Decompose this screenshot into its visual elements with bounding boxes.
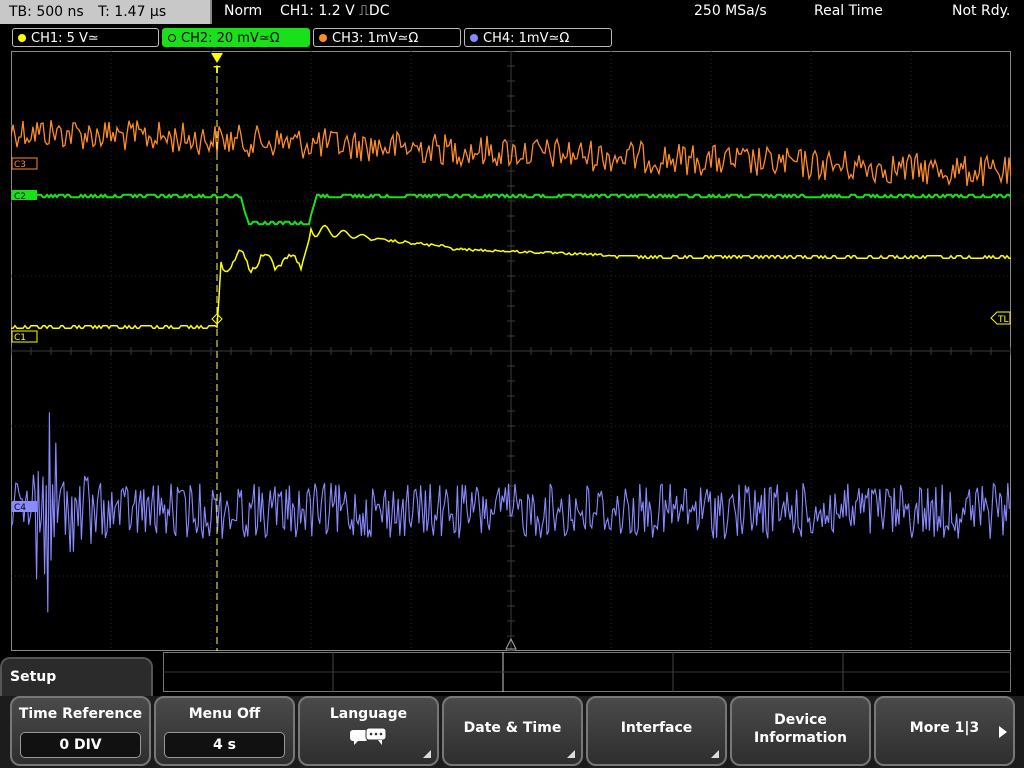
status-bar: TB: 500 ns T: 1.47 µs Norm CH1: 1.2 V ⎍D…	[0, 0, 1024, 26]
menu-off-value: 4 s	[164, 732, 285, 758]
ch2-marker-label: C2	[14, 192, 26, 202]
ch4-waveform	[11, 412, 1010, 613]
timebase-box[interactable]: TB: 500 ns T: 1.47 µs	[0, 0, 212, 24]
ch1-color-dot	[18, 34, 26, 42]
acquisition-mode: Real Time	[814, 3, 883, 19]
ch3-marker-label: C3	[14, 160, 26, 170]
submenu-indicator-icon	[423, 750, 431, 758]
ch1-marker-label: C1	[14, 333, 26, 343]
next-page-icon	[999, 726, 1007, 738]
trigger-offset-value: T: 1.47 µs	[98, 4, 167, 20]
softkey-label: Interface	[620, 720, 693, 736]
softkey-label: Device	[774, 712, 827, 728]
ch4-color-dot	[470, 34, 478, 42]
zoom-overview-strip	[163, 652, 1011, 692]
speech-bubbles-icon	[349, 727, 386, 745]
trigger-position-marker[interactable]: T	[211, 53, 223, 76]
ch4-offset-marker[interactable]: C4	[12, 501, 37, 513]
ch3-offset-marker[interactable]: C3	[11, 157, 38, 170]
softkey-label: Time Reference	[18, 706, 143, 722]
channel-label: CH4: 1mV≃Ω	[483, 31, 570, 46]
ch2-color-dot	[168, 34, 176, 42]
language-softkey[interactable]: Language	[298, 696, 439, 766]
channel-tabs: CH1: 5 V≃ CH2: 20 mV≃Ω CH3: 1mV≃Ω CH4: 1…	[0, 27, 1024, 49]
trigger-level-label: TL	[997, 315, 1009, 325]
channel-label: CH1: 5 V≃	[31, 31, 99, 46]
softkey-label-line2: Information	[754, 730, 847, 746]
submenu-indicator-icon	[711, 750, 719, 758]
softkey-label: Date & Time	[463, 720, 562, 736]
time-reference-value: 0 DIV	[20, 732, 141, 758]
timebase-value: TB: 500 ns	[9, 4, 84, 20]
submenu-indicator-icon	[567, 750, 575, 758]
trigger-setting[interactable]: CH1: 1.2 V ⎍DC	[280, 3, 389, 19]
channel-label: CH3: 1mV≃Ω	[332, 31, 419, 46]
channel-tab-ch3[interactable]: CH3: 1mV≃Ω	[313, 28, 461, 47]
menu-title-tab: Setup	[0, 657, 153, 697]
time-reference-softkey[interactable]: Time Reference 0 DIV	[10, 696, 151, 766]
menu-off-softkey[interactable]: Menu Off 4 s	[154, 696, 295, 766]
ch3-color-dot	[319, 34, 327, 42]
device-information-softkey[interactable]: Device Information	[730, 696, 871, 766]
softkey-label: More 1|3	[909, 720, 980, 736]
waveform-display[interactable]: T C3 C2 C1 C4 TL	[11, 51, 1011, 651]
softkey-bar: Time Reference 0 DIV Menu Off 4 s Langua…	[0, 696, 1024, 768]
softkey-label: Language	[329, 706, 408, 722]
date-time-softkey[interactable]: Date & Time	[442, 696, 583, 766]
sample-rate: 250 MSa/s	[694, 3, 767, 19]
channel-tab-ch2[interactable]: CH2: 20 mV≃Ω	[162, 28, 310, 47]
softkey-label: Menu Off	[188, 706, 261, 722]
ch1-offset-marker[interactable]: C1	[11, 330, 38, 343]
trigger-level-marker[interactable]: TL	[990, 311, 1011, 325]
ch2-offset-marker[interactable]: C2	[12, 190, 37, 202]
channel-tab-ch1[interactable]: CH1: 5 V≃	[12, 28, 159, 47]
more-softkey[interactable]: More 1|3	[874, 696, 1015, 766]
trigger-status: Not Rdy.	[952, 3, 1011, 19]
channel-tab-ch4[interactable]: CH4: 1mV≃Ω	[464, 28, 612, 47]
ch4-marker-label: C4	[14, 503, 26, 513]
interface-softkey[interactable]: Interface	[586, 696, 727, 766]
trigger-mode[interactable]: Norm	[224, 3, 262, 19]
channel-label: CH2: 20 mV≃Ω	[181, 31, 280, 46]
trigger-marker-label: T	[214, 65, 221, 76]
